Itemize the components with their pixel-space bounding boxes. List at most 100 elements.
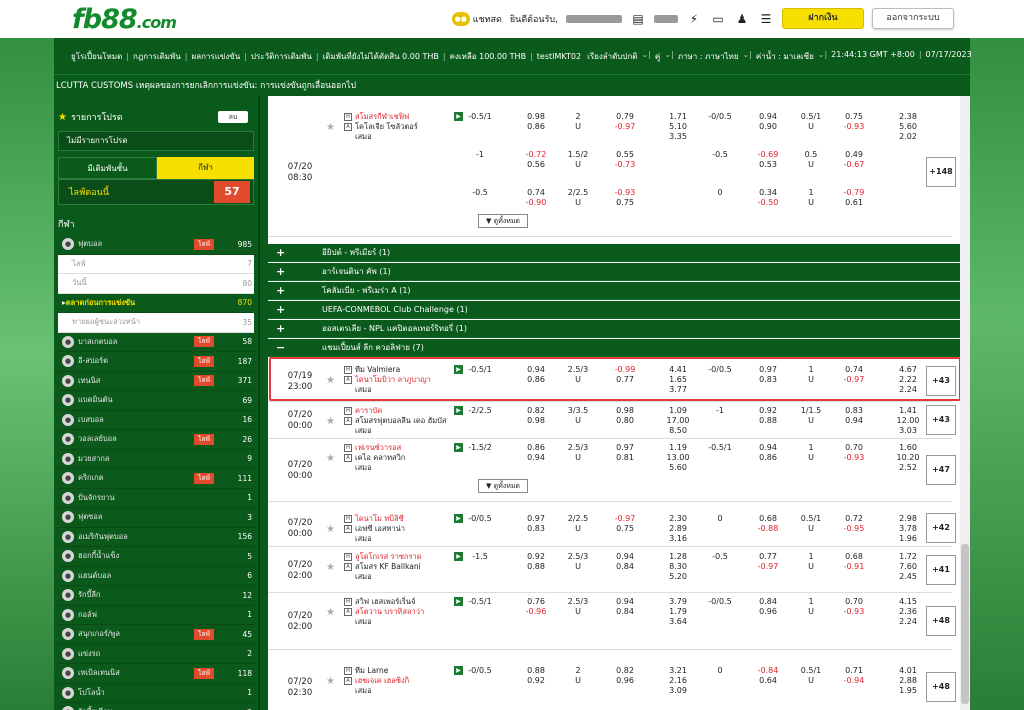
sidebar-sport-23[interactable]: ● โปโลน้ำ 1: [58, 683, 254, 703]
odds-value[interactable]: 0.82: [608, 666, 642, 676]
tv-icon[interactable]: ▶: [454, 443, 463, 452]
home-team[interactable]: H สโมสรกีฬาเชฟิฟ: [344, 112, 418, 122]
odds-value[interactable]: 5.60: [661, 463, 695, 473]
odds-value[interactable]: 0.61: [837, 198, 871, 208]
bolt-icon[interactable]: ⚡: [686, 12, 702, 26]
odds-value[interactable]: -0.67: [837, 160, 871, 170]
favorite-star-icon[interactable]: ★: [326, 453, 335, 464]
odds-value[interactable]: 12.00: [891, 416, 925, 426]
odds-value[interactable]: 0.68: [751, 514, 785, 524]
odds-value[interactable]: 0.96: [751, 607, 785, 617]
odds-value[interactable]: 0.96: [608, 676, 642, 686]
odds-value[interactable]: 0.75: [608, 198, 642, 208]
odds-value[interactable]: 0.84: [608, 562, 642, 572]
user-icon[interactable]: ♟: [734, 12, 750, 26]
odds-value[interactable]: 3.09: [661, 686, 695, 696]
odds-value[interactable]: -0.97: [608, 122, 642, 132]
odds-value[interactable]: 0.81: [608, 453, 642, 463]
odds-value[interactable]: 0.75: [837, 112, 871, 122]
odds-value[interactable]: 0.94: [751, 112, 785, 122]
odds-value[interactable]: 0.92: [519, 676, 553, 686]
odds-value[interactable]: -0.88: [751, 524, 785, 534]
odds-value[interactable]: 13.00: [661, 453, 695, 463]
sidebar-sport-16[interactable]: ● ฮอกกี้น้ำแข็ง 5: [58, 547, 254, 567]
home-team[interactable]: H ไดนาโม ทบิลิซี: [344, 514, 405, 524]
sidebar-sport-4[interactable]: ทายผลผู้ชนะล่วงหน้า 35: [58, 313, 254, 333]
odds-value[interactable]: 1.71: [661, 112, 695, 122]
odds-value[interactable]: 3.03: [891, 426, 925, 436]
odds-value[interactable]: -0.94: [837, 676, 871, 686]
odds-value[interactable]: 3.16: [661, 534, 695, 544]
nav-history[interactable]: ประวัติการเดิมพัน: [248, 50, 315, 63]
odds-value[interactable]: 5.60: [891, 122, 925, 132]
odds-value[interactable]: 3.78: [891, 524, 925, 534]
nav-unsettled[interactable]: เดิมพันที่ยังไม่ได้ตัดสิน 0.00 THB: [320, 50, 442, 63]
odds-value[interactable]: 5.20: [661, 572, 695, 582]
home-team[interactable]: H เฟเรนซ์วารอส: [344, 443, 405, 453]
list-icon[interactable]: ☰: [758, 12, 774, 26]
odds-value[interactable]: 2.98: [891, 514, 925, 524]
odds-value[interactable]: 1.72: [891, 552, 925, 562]
sidebar-sport-21[interactable]: ● แข่งรถ 2: [58, 644, 254, 664]
odds-value[interactable]: 0.83: [519, 524, 553, 534]
odds-value[interactable]: 0.86: [519, 122, 553, 132]
odds-value[interactable]: 10.20: [891, 453, 925, 463]
odds-value[interactable]: -0.90: [519, 198, 553, 208]
odds-value[interactable]: 0.88: [751, 416, 785, 426]
more-markets-button[interactable]: +43: [926, 405, 956, 435]
away-team[interactable]: A เอฟซี เอสทาน่า: [344, 524, 405, 534]
home-team[interactable]: H ลูโดโกเรส ราซกราด: [344, 552, 422, 562]
odds-value[interactable]: 0.86: [519, 443, 553, 453]
home-team[interactable]: H ทีม Larne: [344, 666, 409, 676]
favorites-clear-button[interactable]: ลบ: [218, 111, 248, 123]
league-header-5[interactable]: − แชมเปี้ยนส์ ลีก ควอลิฟาย (7): [268, 339, 960, 357]
odds-value[interactable]: 0.94: [837, 416, 871, 426]
tv-icon[interactable]: ▶: [454, 112, 463, 121]
sidebar-sport-5[interactable]: ● บาสเกตบอล ไลฟ์ 58: [58, 332, 254, 352]
odds-value[interactable]: -0.84: [751, 666, 785, 676]
odds-value[interactable]: 3.79: [661, 597, 695, 607]
odds-value[interactable]: 1.79: [661, 607, 695, 617]
home-team[interactable]: H คาราบัค: [344, 406, 447, 416]
site-logo[interactable]: fb88.com: [72, 4, 177, 35]
odds-value[interactable]: 4.15: [891, 597, 925, 607]
sidebar-sport-9[interactable]: ● เบสบอล 16: [58, 410, 254, 430]
away-team[interactable]: A เฮชเจเค เฮลซิงกิ: [344, 676, 409, 686]
odds-value[interactable]: 0.72: [837, 514, 871, 524]
logout-button[interactable]: ออกจากระบบ: [872, 8, 954, 29]
odds-value[interactable]: 0.88: [519, 562, 553, 572]
favorite-star-icon[interactable]: ★: [326, 122, 335, 133]
sidebar-sport-22[interactable]: ● เทเบิลเทนนิส ไลฟ์ 118: [58, 664, 254, 684]
odds-value[interactable]: 0.86: [751, 453, 785, 463]
odds-value[interactable]: 0.55: [608, 150, 642, 160]
away-team[interactable]: A โคโลเจีย โซลัวตอร์: [344, 122, 418, 132]
odds-value[interactable]: 5.10: [661, 122, 695, 132]
sidebar-sport-24[interactable]: ●รักบี้ยูเนียน2: [58, 703, 254, 710]
sidebar-sport-20[interactable]: ● สนุกเกอร์/พูล ไลฟ์ 45: [58, 625, 254, 645]
sidebar-sport-6[interactable]: ● อี-สปอร์ต ไลฟ์ 187: [58, 352, 254, 372]
odds-value[interactable]: 0.83: [837, 406, 871, 416]
live-chat-link[interactable]: ●● แชทสด: [451, 11, 502, 26]
sidebar-sport-15[interactable]: ● อเมริกันฟุตบอล 156: [58, 527, 254, 547]
sidebar-sport-11[interactable]: ● มวยสากล 9: [58, 449, 254, 469]
odds-value[interactable]: 0.90: [751, 122, 785, 132]
odds-value[interactable]: 2.38: [891, 112, 925, 122]
language-select[interactable]: ภาษา : ภาษาไทย: [675, 50, 742, 63]
odds-value[interactable]: 2.89: [661, 524, 695, 534]
odds-type-select[interactable]: คู่: [652, 50, 663, 63]
odds-value[interactable]: -0.91: [837, 562, 871, 572]
ticket-icon[interactable]: ▭: [710, 12, 726, 26]
odds-value[interactable]: 3.64: [661, 617, 695, 627]
more-markets-button[interactable]: +41: [926, 555, 956, 585]
sidebar-sport-19[interactable]: ● กอล์ฟ 1: [58, 605, 254, 625]
odds-value[interactable]: -0.96: [519, 607, 553, 617]
odds-value[interactable]: -0.73: [608, 160, 642, 170]
odds-value[interactable]: 2.24: [891, 617, 925, 627]
sidebar-sport-17[interactable]: ● แฮนด์บอล 6: [58, 566, 254, 586]
away-team[interactable]: A สโตวาน บราทิสลาว่า: [344, 607, 424, 617]
odds-value[interactable]: -0.79: [837, 188, 871, 198]
tv-icon[interactable]: ▶: [454, 597, 463, 606]
odds-value[interactable]: 0.68: [837, 552, 871, 562]
more-markets-button[interactable]: +48: [926, 606, 956, 636]
odds-value[interactable]: 0.70: [837, 597, 871, 607]
